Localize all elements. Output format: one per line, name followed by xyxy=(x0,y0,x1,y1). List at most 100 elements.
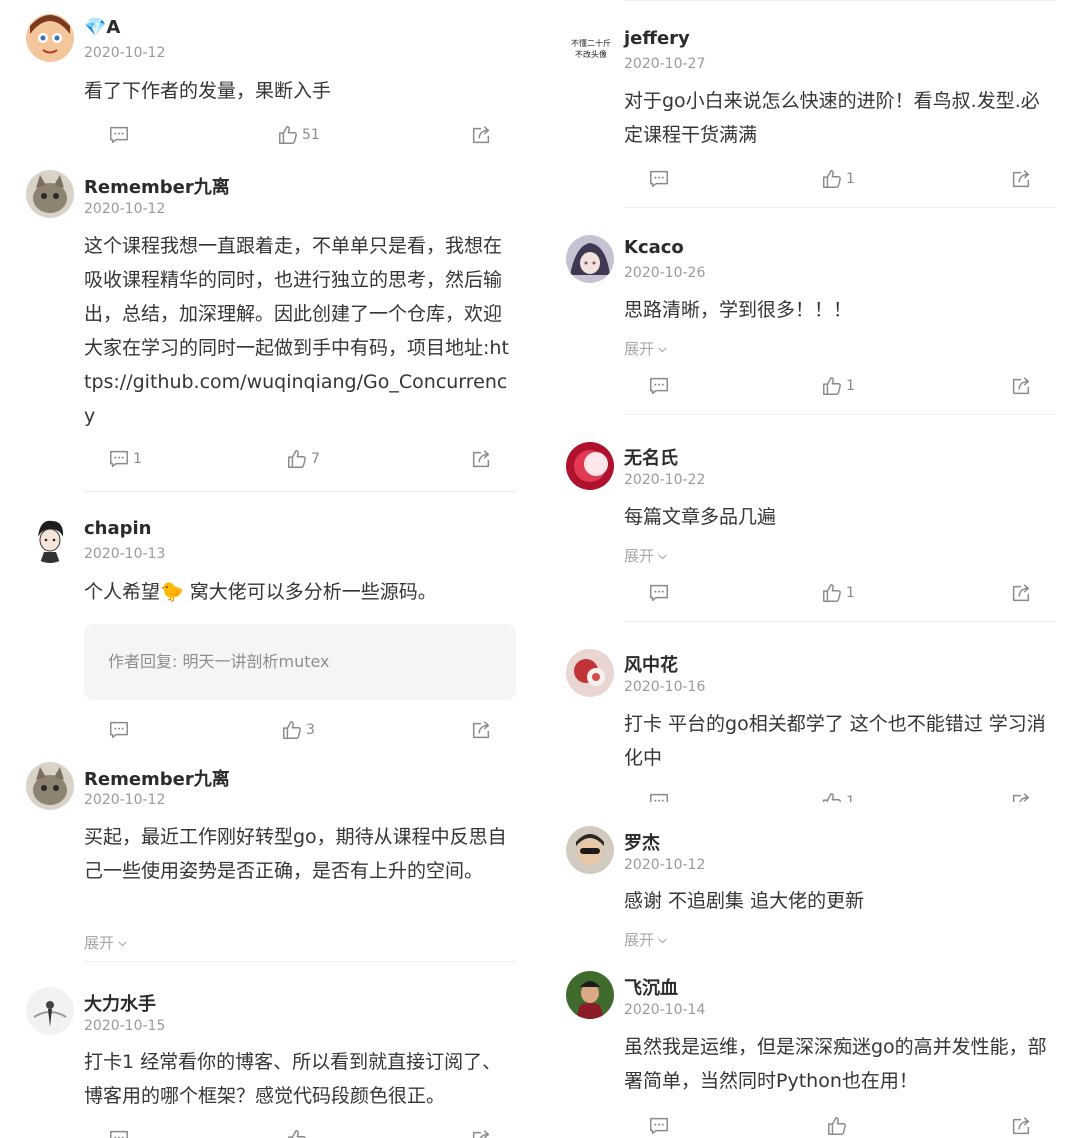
username[interactable]: 💎A xyxy=(84,17,120,38)
comment-date: 2020-10-16 xyxy=(624,679,706,695)
like-icon xyxy=(286,448,308,470)
username[interactable]: 罗杰 xyxy=(624,829,660,855)
avatar[interactable] xyxy=(566,971,614,1019)
comment-button[interactable] xyxy=(648,374,670,398)
share-button[interactable] xyxy=(470,447,492,471)
comment-button[interactable] xyxy=(648,167,670,191)
like-button[interactable]: 1 xyxy=(821,790,855,802)
divider xyxy=(624,621,1056,622)
comment-text: 打卡1 经常看你的博客、所以看到就直接订阅了、博客用的哪个框架？感觉代码段颜色很… xyxy=(84,1051,502,1107)
share-button[interactable] xyxy=(470,123,492,147)
avatar[interactable] xyxy=(26,515,74,563)
share-button[interactable] xyxy=(470,718,492,742)
username[interactable]: 飞沉血 xyxy=(624,974,678,1000)
username[interactable]: 无名氏 xyxy=(624,444,678,470)
avatar[interactable] xyxy=(26,762,74,810)
avatar[interactable] xyxy=(566,649,614,697)
comment-button[interactable] xyxy=(648,1114,670,1138)
comment-text: 这个课程我想一直跟着走，不单单只是看，我想在吸收课程精华的同时，也进行独立的思考… xyxy=(84,235,509,427)
comment-icon xyxy=(108,719,130,741)
divider xyxy=(624,207,1056,208)
username[interactable]: chapin xyxy=(84,518,152,539)
comment-date: 2020-10-12 xyxy=(84,792,166,808)
username[interactable]: 大力水手 xyxy=(84,990,156,1016)
chevron-down-icon xyxy=(656,934,669,947)
like-button[interactable] xyxy=(286,1127,308,1138)
comment-icon xyxy=(648,375,670,397)
comment-icon xyxy=(108,124,130,146)
comment-column-right: 不懂二十斤 不改头像 jeffery 2020-10-27 对于go小白来说怎么… xyxy=(540,0,1080,1138)
like-button[interactable]: 1 xyxy=(821,581,855,605)
avatar[interactable] xyxy=(566,826,614,874)
comment-item: Remember九离 2020-10-12 买起，最近工作刚好转型go，期待从课… xyxy=(0,757,540,972)
comment-button[interactable] xyxy=(648,790,670,802)
avatar[interactable]: 不懂二十斤 不改头像 xyxy=(566,24,616,74)
avatar[interactable] xyxy=(566,442,614,490)
comment-icon xyxy=(648,582,670,604)
share-button[interactable] xyxy=(470,1127,492,1138)
chevron-down-icon xyxy=(656,550,669,563)
like-count: 1 xyxy=(846,794,855,802)
expand-label: 展开 xyxy=(624,931,655,949)
expand-label: 展开 xyxy=(624,340,655,358)
like-button[interactable]: 7 xyxy=(286,447,320,471)
share-button[interactable] xyxy=(1010,167,1032,191)
divider xyxy=(624,414,1056,415)
share-button[interactable] xyxy=(1010,790,1032,802)
like-button[interactable] xyxy=(826,1114,848,1138)
avatar[interactable] xyxy=(26,170,74,218)
comment-button[interactable] xyxy=(108,718,133,742)
username[interactable]: Remember九离 xyxy=(84,765,230,791)
avatar[interactable] xyxy=(26,987,74,1035)
comment-item: 大力水手 2020-10-15 打卡1 经常看你的博客、所以看到就直接订阅了、博… xyxy=(0,972,540,1138)
like-button[interactable]: 51 xyxy=(277,123,320,147)
username[interactable]: Remember九离 xyxy=(84,173,230,199)
comment-text: 感谢 不追剧集 追大佬的更新 xyxy=(624,890,865,912)
like-count: 51 xyxy=(302,127,320,143)
comment-text: 买起，最近工作刚好转型go，期待从课程中反思自己一些使用姿势是否正确，是否有上升… xyxy=(84,826,507,882)
divider xyxy=(84,491,516,492)
comment-text: 虽然我是运维，但是深深痴迷go的高并发性能，部署简单，当然同时Python也在用… xyxy=(624,1036,1047,1092)
like-button[interactable]: 1 xyxy=(821,374,855,398)
comment-text: 看了下作者的发量，果断入手 xyxy=(84,80,332,102)
comment-button[interactable] xyxy=(108,1127,130,1138)
share-button[interactable] xyxy=(1010,1114,1032,1138)
like-icon xyxy=(281,719,303,741)
username[interactable]: Kcaco xyxy=(624,237,684,258)
chevron-down-icon xyxy=(656,343,669,356)
like-icon xyxy=(277,124,299,146)
username[interactable]: 风中花 xyxy=(624,651,678,677)
comment-icon xyxy=(108,448,130,470)
share-icon xyxy=(470,124,492,146)
like-icon xyxy=(821,375,843,397)
comment-date: 2020-10-12 xyxy=(84,201,166,217)
like-button[interactable]: 1 xyxy=(821,167,855,191)
username[interactable]: jeffery xyxy=(624,28,690,49)
comment-item: chapin 2020-10-13 个人希望🐤 窝大佬可以多分析一些源码。 作者… xyxy=(0,505,540,757)
comment-button[interactable] xyxy=(648,581,670,605)
comment-icon xyxy=(108,1128,130,1138)
avatar[interactable] xyxy=(566,235,614,283)
expand-toggle[interactable]: 展开 xyxy=(624,929,669,950)
expand-toggle[interactable]: 展开 xyxy=(624,338,669,359)
comment-count: 1 xyxy=(133,451,142,467)
author-reply: 作者回复: 明天一讲剖析mutex xyxy=(84,624,516,700)
share-button[interactable] xyxy=(1010,581,1032,605)
expand-toggle[interactable]: 展开 xyxy=(624,545,669,566)
comment-text: 对于go小白来说怎么快速的进阶！看鸟叔.发型.必定课程干货满满 xyxy=(624,90,1040,146)
share-icon xyxy=(470,448,492,470)
avatar[interactable] xyxy=(26,14,74,62)
comment-item: 无名氏 2020-10-22 每篇文章多品几遍 展开 1 xyxy=(540,429,1080,636)
comment-item: 飞沉血 2020-10-14 虽然我是运维，但是深深痴迷go的高并发性能，部署简… xyxy=(540,958,1080,1138)
comment-text: 思路清晰，学到很多！！！ xyxy=(624,299,853,321)
like-icon xyxy=(826,1115,848,1137)
comment-button[interactable] xyxy=(108,123,133,147)
like-icon xyxy=(821,168,843,190)
comment-date: 2020-10-12 xyxy=(624,857,706,873)
like-button[interactable]: 3 xyxy=(281,718,315,742)
share-button[interactable] xyxy=(1010,374,1032,398)
avatar-text: 不懂二十斤 不改头像 xyxy=(571,39,611,59)
comment-item: Remember九离 2020-10-12 这个课程我想一直跟着走，不单单只是看… xyxy=(0,165,540,505)
comment-button[interactable]: 1 xyxy=(108,447,142,471)
expand-toggle[interactable]: 展开 xyxy=(84,932,129,953)
